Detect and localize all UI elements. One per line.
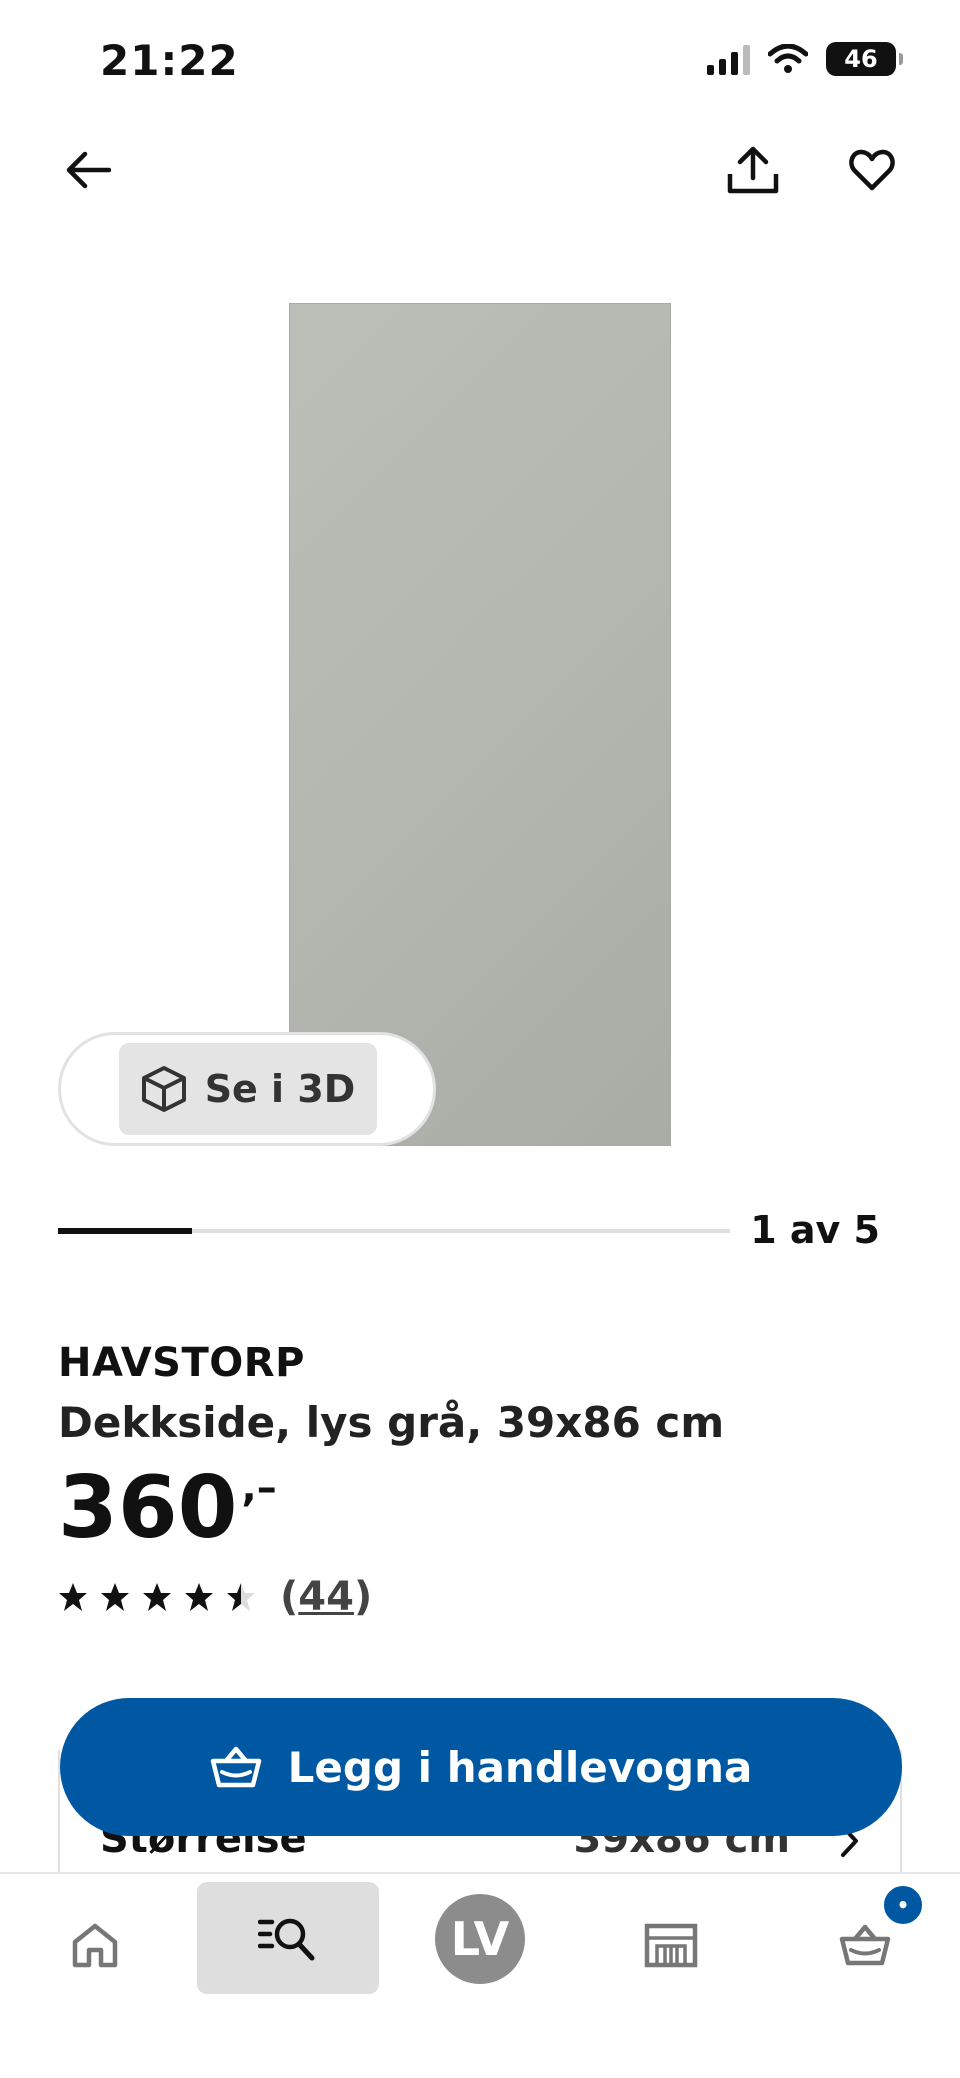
product-price: 360 ,–: [58, 1458, 277, 1558]
share-button[interactable]: [717, 134, 789, 206]
add-to-cart-label: Legg i handlevogna: [287, 1742, 753, 1792]
gallery-progress: [58, 1228, 730, 1234]
status-time: 21:22: [100, 36, 239, 85]
star-icon: [59, 1583, 87, 1611]
basket-icon: [210, 1746, 261, 1788]
home-icon: [72, 1923, 118, 1968]
product-rating[interactable]: (44): [58, 1574, 372, 1620]
wifi-icon: [768, 44, 808, 73]
review-count-link[interactable]: 44: [298, 1574, 354, 1620]
tab-search[interactable]: [197, 1882, 379, 1994]
favorite-button[interactable]: [836, 134, 908, 206]
view-3d-button[interactable]: Se i 3D: [119, 1043, 377, 1135]
status-icons: 46: [707, 42, 903, 76]
bottom-tab-bar: LV •: [0, 1872, 960, 2078]
tab-store[interactable]: [628, 1902, 714, 1988]
cube-icon: [141, 1066, 186, 1112]
product-image[interactable]: [289, 303, 671, 1146]
battery-icon: 46: [826, 42, 903, 76]
star-icon: [101, 1583, 129, 1611]
product-brand: HAVSTORP: [58, 1340, 305, 1386]
heart-icon: [849, 149, 895, 191]
price-amount: 360: [58, 1458, 238, 1558]
add-to-cart-button[interactable]: Legg i handlevogna: [60, 1698, 902, 1836]
gallery-progress-fill: [58, 1228, 193, 1234]
search-list-icon: [258, 1918, 315, 1961]
star-icon: [227, 1583, 255, 1611]
review-count[interactable]: (44): [280, 1574, 372, 1620]
star-icon: [185, 1583, 213, 1611]
cart-badge: •: [880, 1882, 926, 1928]
view-3d-label: Se i 3D: [204, 1067, 356, 1111]
back-button[interactable]: [52, 134, 124, 206]
product-description: Dekkside, lys grå, 39x86 cm: [58, 1398, 725, 1447]
cellular-signal-icon: [707, 43, 750, 75]
arrow-left-icon: [66, 151, 111, 189]
store-icon: [644, 1923, 698, 1968]
share-icon: [727, 146, 779, 194]
star-icon: [143, 1583, 171, 1611]
tab-profile-avatar[interactable]: LV: [435, 1894, 525, 1984]
basket-icon: [839, 1924, 891, 1966]
product-page: 21:22 46 Se i 3D 1 av 5 HAVSTORP Dekksid…: [0, 0, 960, 2078]
rating-stars: [58, 1582, 256, 1612]
view-3d-container: Se i 3D: [58, 1032, 436, 1146]
gallery-counter: 1 av 5: [750, 1208, 880, 1252]
tab-home[interactable]: [52, 1902, 138, 1988]
price-suffix: ,–: [241, 1465, 277, 1511]
